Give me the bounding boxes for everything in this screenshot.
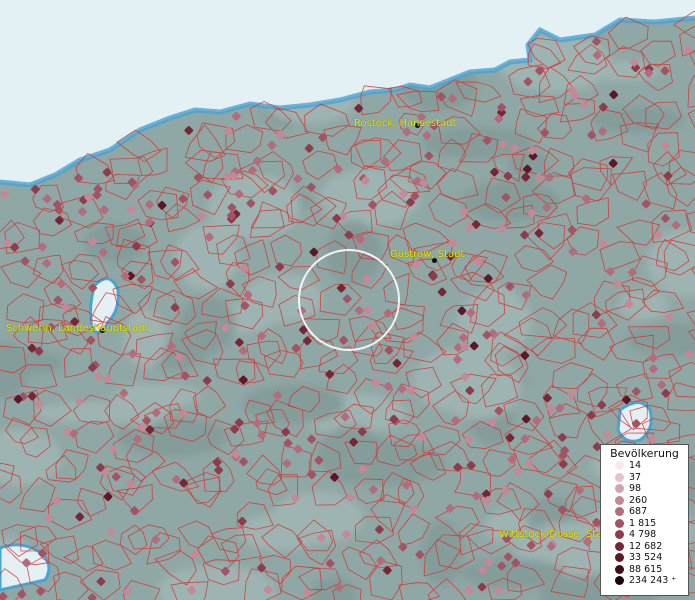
- terrain-patch: [110, 383, 171, 427]
- legend-label: 98: [629, 483, 642, 495]
- legend-swatch: [615, 484, 624, 494]
- legend-swatch: [615, 518, 624, 528]
- terrain-patch: [413, 347, 512, 412]
- legend-item: 33 524: [601, 552, 688, 564]
- terrain-patch: [239, 513, 324, 551]
- population-map[interactable]: [0, 0, 695, 600]
- city-label-schwerin: Schwerin, Landeshauptstadt: [6, 323, 149, 334]
- legend-swatch: [615, 472, 624, 482]
- legend-item: 234 243 ⁺: [601, 575, 688, 587]
- legend-label: 260: [629, 494, 648, 506]
- legend-swatch: [615, 461, 624, 471]
- city-label-rostock: Rostock, Hansestadt: [354, 118, 457, 129]
- legend-title: Bevölkerung: [610, 447, 679, 460]
- legend-item: 37: [601, 472, 688, 484]
- legend-swatch: [615, 564, 624, 574]
- city-label-wittstock: Wittstock/Dosse, Sta: [499, 529, 603, 540]
- legend-swatch: [615, 553, 624, 563]
- legend-label: 1 815: [629, 517, 657, 529]
- legend-item: 98: [601, 483, 688, 495]
- legend-label: 37: [629, 471, 642, 483]
- legend-swatch: [615, 576, 624, 586]
- legend-item: 12 682: [601, 541, 688, 553]
- legend-item: 4 798: [601, 529, 688, 541]
- legend-label: 33 524: [629, 552, 663, 564]
- terrain-patch: [421, 520, 464, 586]
- legend-label: 14: [629, 460, 642, 472]
- legend-item: 14: [601, 460, 688, 472]
- legend-item: 687: [601, 506, 688, 518]
- legend-item: 88 615: [601, 564, 688, 576]
- legend-item: 1 815: [601, 518, 688, 530]
- legend-swatch: [615, 507, 624, 517]
- legend-label: 12 682: [629, 540, 663, 552]
- legend-label: 687: [629, 506, 648, 518]
- legend-swatch: [615, 541, 624, 551]
- legend-label: 88 615: [629, 563, 663, 575]
- population-legend: Bevölkerung 14 37 98 260 687 1 815 4 798 12 682…: [600, 444, 689, 596]
- legend-item: 260: [601, 495, 688, 507]
- legend-label: 4 798: [629, 529, 657, 541]
- terrain-patch: [461, 180, 560, 222]
- legend-swatch: [615, 530, 624, 540]
- legend-label: 234 243 ⁺: [629, 575, 677, 587]
- legend-swatch: [615, 495, 624, 505]
- city-label-guestrow: Güstrow, Stadt: [390, 249, 465, 260]
- legend-rows: 14 37 98 260 687 1 815 4 798 12 682 33 524 88 615…: [601, 460, 688, 587]
